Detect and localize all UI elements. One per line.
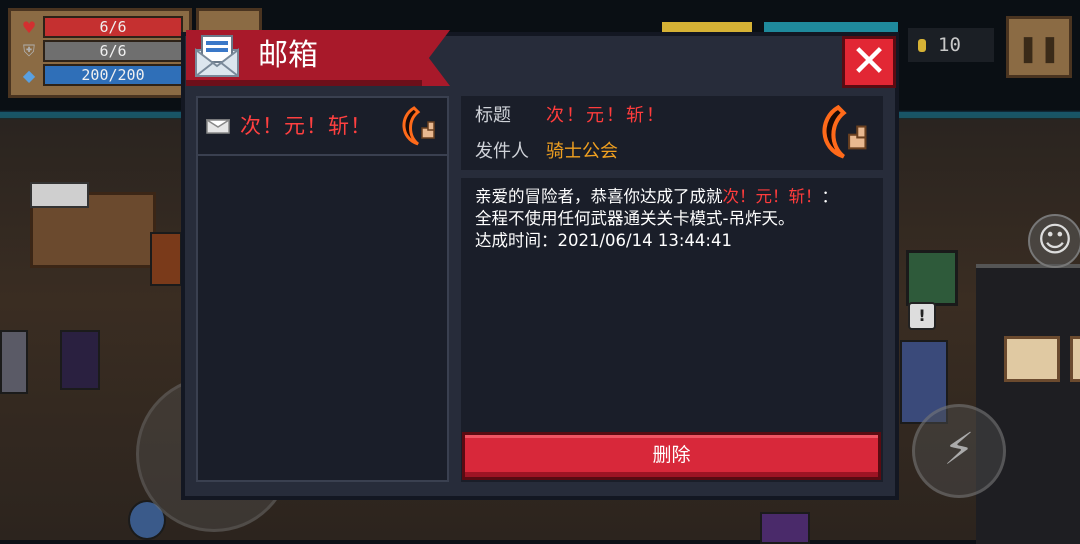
coin-counter: 10 [908,28,994,62]
pause-icon: ❚❚ [1017,34,1061,64]
body-text: ： [821,187,839,206]
subject-label: 标题 [475,105,511,126]
smiley-icon: ☺ [1037,220,1073,260]
armor-value: 6/6 [99,42,127,60]
delete-button[interactable]: 删除 [462,432,881,480]
crescent-blade-icon [402,106,435,146]
mail-body-line: 达成时间：2021/06/14 13:44:41 [475,231,732,250]
envelope-icon [206,119,230,134]
achievement-name: 次！元！斩！ [722,187,822,206]
mail-body-line: 亲爱的冒险者，恭喜你达成了成就次！元！斩！： [475,186,877,208]
shield-icon: ⛨ [22,41,35,60]
hp-value: 6/6 [99,18,127,36]
mailbox-title: 邮箱 [258,38,318,73]
right-room-floor [976,264,1080,544]
armor-bar: 6/6 [43,40,183,62]
player-stats-panel: ♥ 6/6 ⛨ 6/6 ◆ 200/200 [8,8,192,98]
coin-value: 10 [938,34,961,56]
mail-list-item-label: 次！元！斩！ [240,114,372,138]
exclamation-icon: ! [908,302,936,330]
energy-diamond-icon: ◆ [22,65,36,85]
sender-value: 骑士公会 [546,141,618,162]
npc-sprite [760,512,810,544]
hp-bar: 6/6 [43,16,183,38]
notice-board [1070,336,1080,382]
coin-icon [918,39,926,52]
crescent-blade-icon [822,104,867,159]
monitor-sprite [906,250,958,306]
emote-button[interactable]: ☺ [1028,214,1080,268]
title-banner-shadow [186,80,422,86]
npc-sprite [60,330,100,390]
energy-bar: 200/200 [43,64,183,86]
buff-bar [662,22,752,32]
lightning-icon: ⚡ [943,424,975,475]
mail-body-line: 全程不使用任何武器通关关卡模式-吊炸天。 [475,209,795,228]
close-button[interactable]: ✕ [842,36,896,88]
buff-bar [764,22,898,32]
energy-value: 200/200 [81,66,145,84]
close-icon: ✕ [850,36,888,87]
notice-board [1004,336,1060,382]
npc-sprite [150,232,182,286]
cat-sprite [30,182,89,208]
heart-icon: ♥ [21,17,37,37]
subject-value: 次！元！斩！ [546,105,666,126]
mail-envelope-icon [195,35,239,77]
pause-button[interactable]: ❚❚ [1006,16,1072,78]
shelf-sprite [0,330,28,394]
sender-label: 发件人 [475,141,529,162]
body-text: 亲爱的冒险者，恭喜你达成了成就 [475,187,723,206]
skill-button[interactable]: ⚡ [912,404,1006,498]
mail-body: 亲爱的冒险者，恭喜你达成了成就次！元！斩！： 全程不使用任何武器通关关卡模式-吊… [475,186,877,252]
